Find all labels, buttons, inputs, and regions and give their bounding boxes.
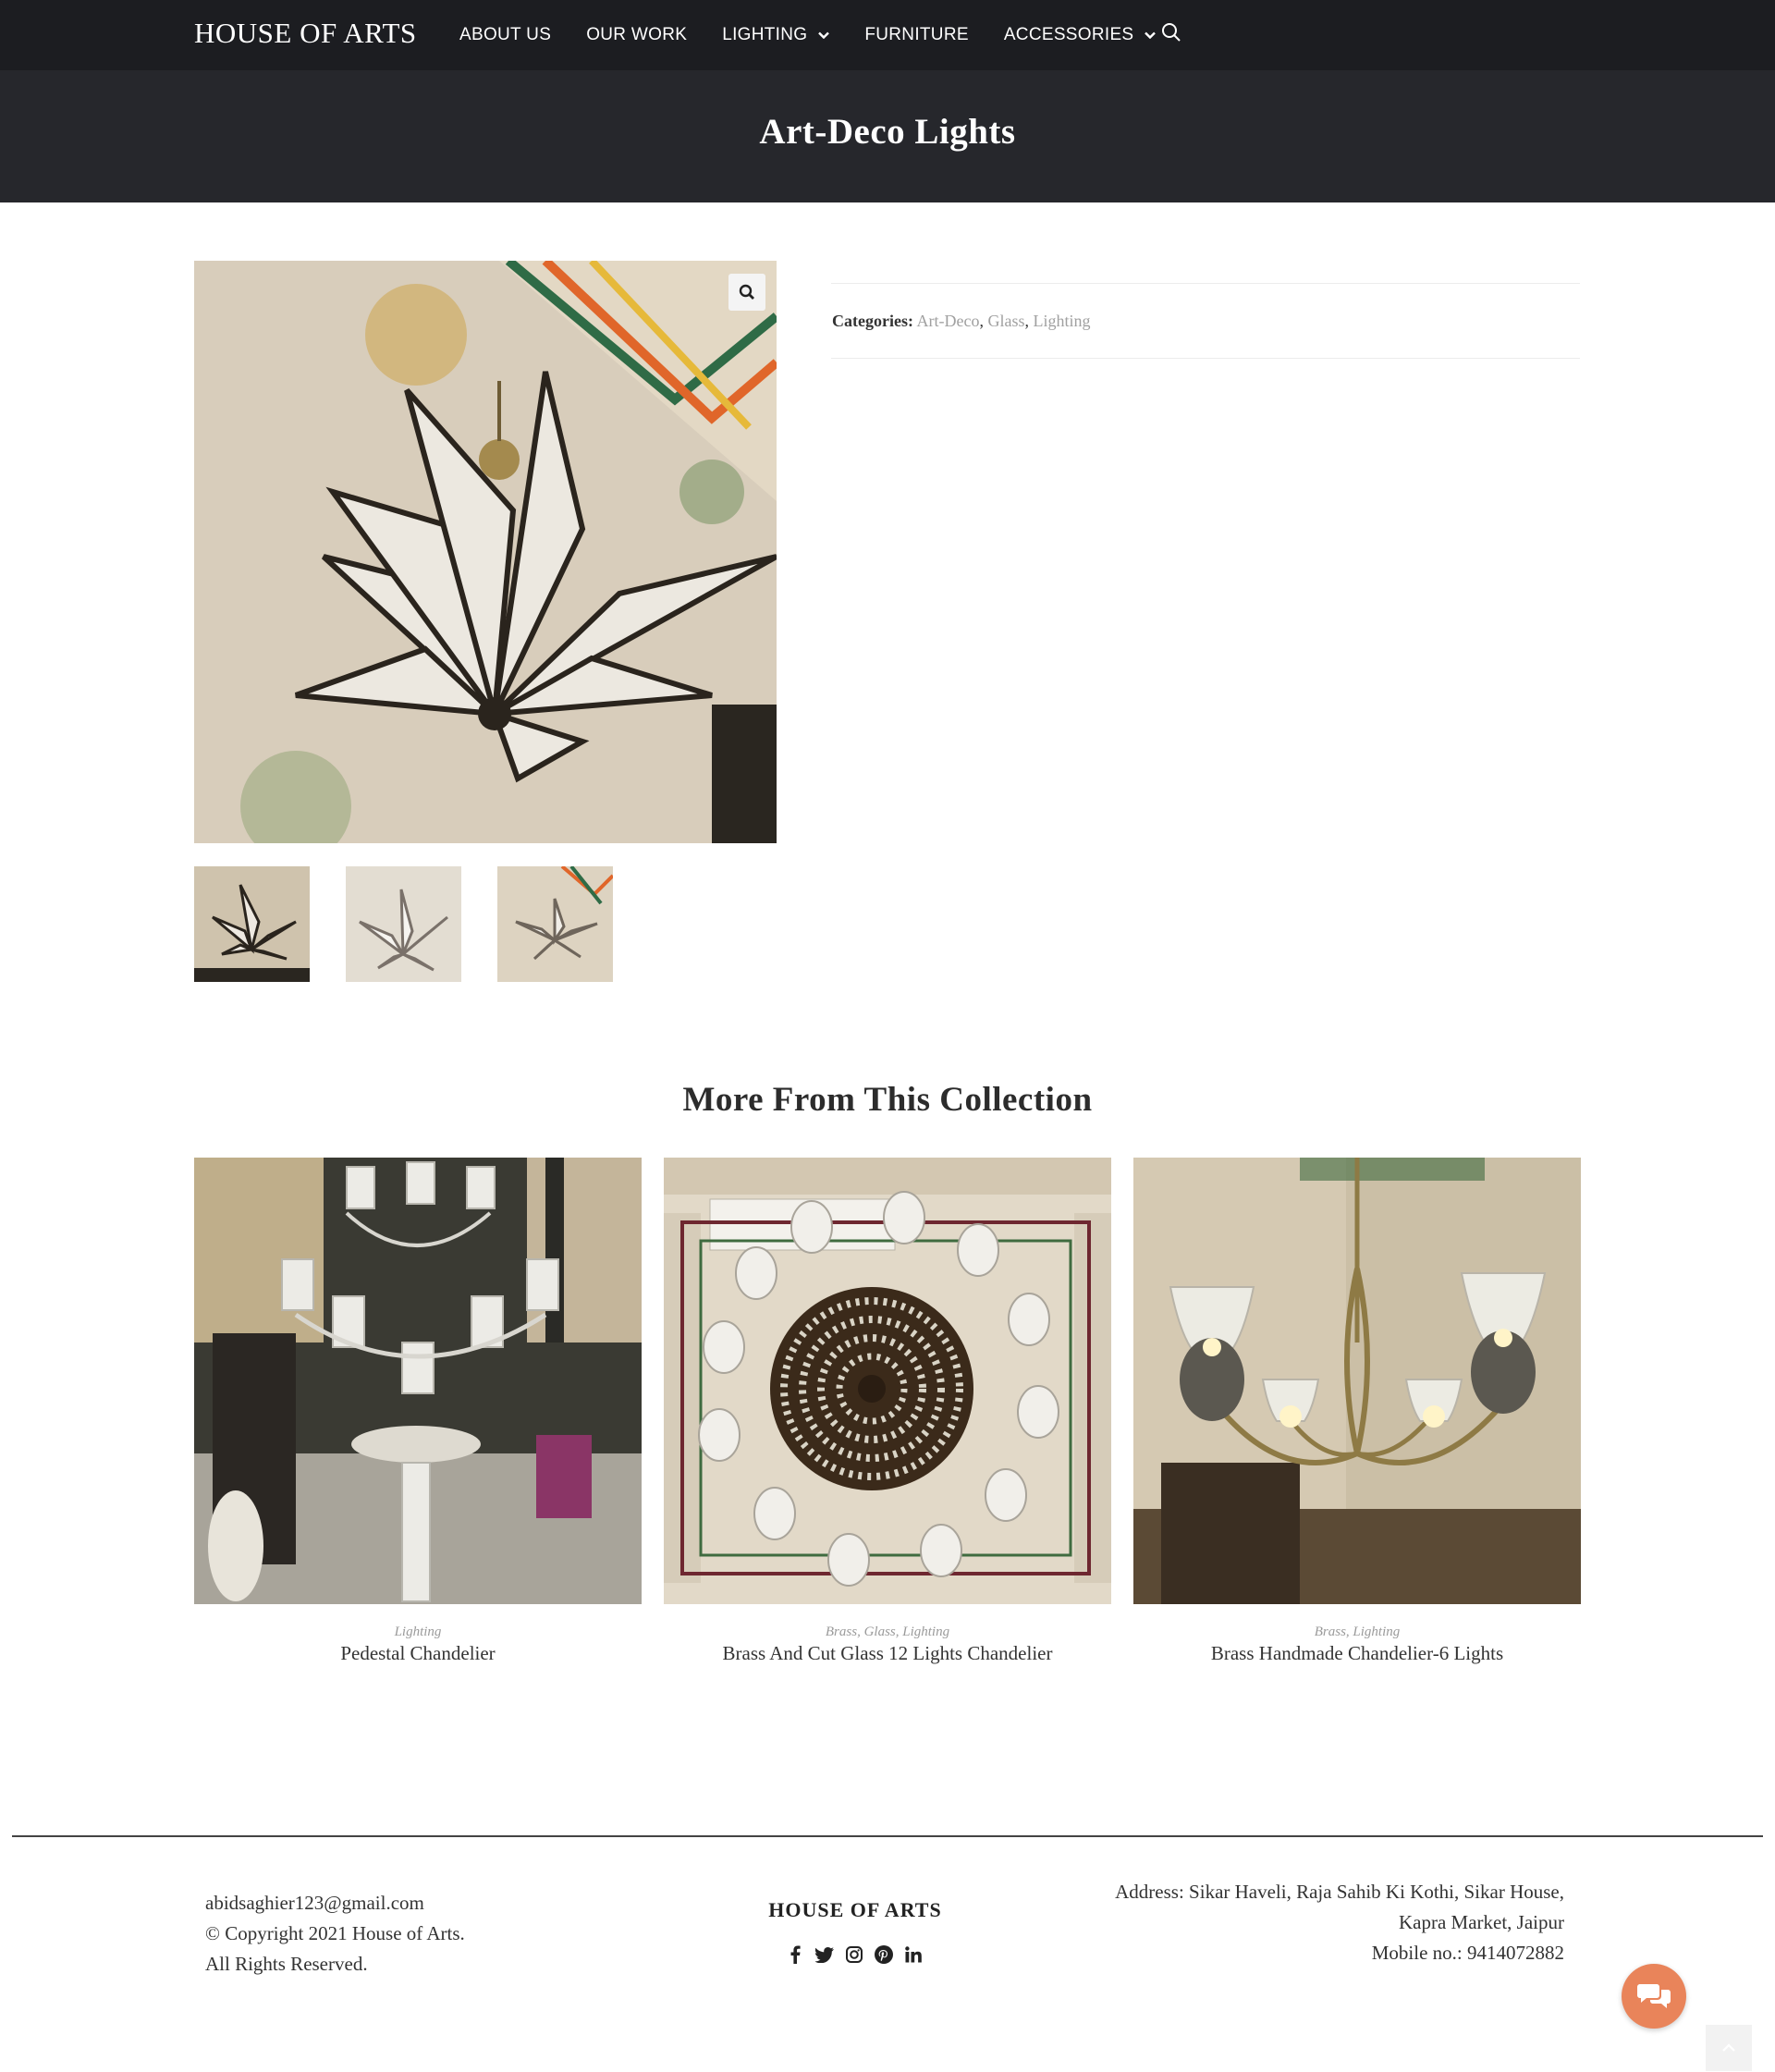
search-icon[interactable]: [1161, 22, 1183, 44]
footer-address-line: Kapra Market, Jaipur: [1398, 1911, 1564, 1933]
pinterest-icon[interactable]: [874, 1944, 894, 1965]
nav-item-accessories[interactable]: ACCESSORIES: [1004, 25, 1157, 45]
related-products-heading: More From This Collection: [682, 1081, 1093, 1119]
nav-item-our-work[interactable]: OUR WORK: [586, 25, 687, 45]
nav-item-label: ABOUT US: [459, 25, 552, 44]
chevron-down-icon: [1145, 31, 1157, 39]
category-link-lighting[interactable]: Lighting: [1033, 312, 1090, 330]
scroll-to-top-button[interactable]: [1706, 2025, 1752, 2071]
twitter-icon[interactable]: [814, 1944, 835, 1965]
chat-bubble-icon[interactable]: [1622, 1964, 1686, 2029]
footer-address-line: Address: Sikar Haveli, Raja Sahib Ki Kot…: [1115, 1881, 1564, 1903]
main-menu: ABOUT US OUR WORK LIGHTING FURNITURE ACC…: [459, 0, 1191, 70]
footer-address: Address: Sikar Haveli, Raja Sahib Ki Kot…: [1115, 1877, 1564, 1968]
top-navigation: HOUSE OF ARTS ABOUT US OUR WORK LIGHTING…: [0, 0, 1775, 70]
nav-item-label: ACCESSORIES: [1003, 25, 1134, 44]
page-title: Art-Deco Lights: [759, 112, 1016, 152]
zoom-icon[interactable]: [728, 274, 765, 311]
nav-item-label: OUR WORK: [586, 25, 688, 44]
nav-item-about-us[interactable]: ABOUT US: [459, 25, 551, 45]
related-product-image[interactable]: [1133, 1158, 1581, 1604]
categories-label: Categories:: [832, 312, 913, 330]
instagram-icon[interactable]: [844, 1944, 864, 1965]
related-product-card: Brass, Glass, Lighting Brass And Cut Gla…: [664, 1158, 1111, 1665]
linkedin-icon[interactable]: [903, 1944, 924, 1965]
product-thumbnail-3[interactable]: [497, 866, 613, 982]
product-main-image[interactable]: [194, 261, 777, 843]
chevron-down-icon: [818, 31, 830, 39]
product-thumbnail-2[interactable]: [346, 866, 461, 982]
product-categories: Categories: Art-Deco, Glass, Lighting: [832, 312, 1091, 330]
footer-rights: All Rights Reserved.: [205, 1953, 368, 1975]
product-thumbnail-1[interactable]: [194, 866, 310, 982]
related-product-title[interactable]: Brass Handmade Chandelier-6 Lights: [1133, 1642, 1581, 1665]
site-logo[interactable]: HOUSE OF ARTS: [194, 17, 417, 50]
related-product-title[interactable]: Brass And Cut Glass 12 Lights Chandelier: [664, 1642, 1111, 1665]
nav-item-lighting[interactable]: LIGHTING: [722, 25, 830, 45]
category-link-glass[interactable]: Glass: [987, 312, 1024, 330]
category-link-art-deco[interactable]: Art-Deco: [916, 312, 979, 330]
page-header: Art-Deco Lights: [0, 70, 1775, 202]
related-product-card: Brass, Lighting Brass Handmade Chandelie…: [1133, 1158, 1581, 1665]
meta-divider-bottom: [831, 358, 1580, 359]
related-product-image[interactable]: [664, 1158, 1111, 1604]
footer-mobile: Mobile no.: 9414072882: [1371, 1942, 1564, 1964]
related-product-image[interactable]: [194, 1158, 642, 1604]
related-product-title[interactable]: Pedestal Chandelier: [194, 1642, 642, 1665]
related-product-card: Lighting Pedestal Chandelier: [194, 1158, 642, 1665]
footer-social-links: [785, 1944, 933, 1965]
nav-item-label: FURNITURE: [864, 25, 969, 44]
meta-divider-top: [831, 283, 1580, 284]
related-product-category: Lighting: [394, 1624, 442, 1639]
facebook-icon[interactable]: [785, 1944, 805, 1965]
nav-item-furniture[interactable]: FURNITURE: [864, 25, 968, 45]
nav-item-label: LIGHTING: [722, 25, 808, 44]
related-product-category: Brass, Lighting: [1314, 1624, 1401, 1639]
footer-copyright: © Copyright 2021 House of Arts.: [205, 1922, 465, 1944]
related-product-category: Brass, Glass, Lighting: [825, 1624, 950, 1639]
footer-divider: [12, 1835, 1763, 1837]
